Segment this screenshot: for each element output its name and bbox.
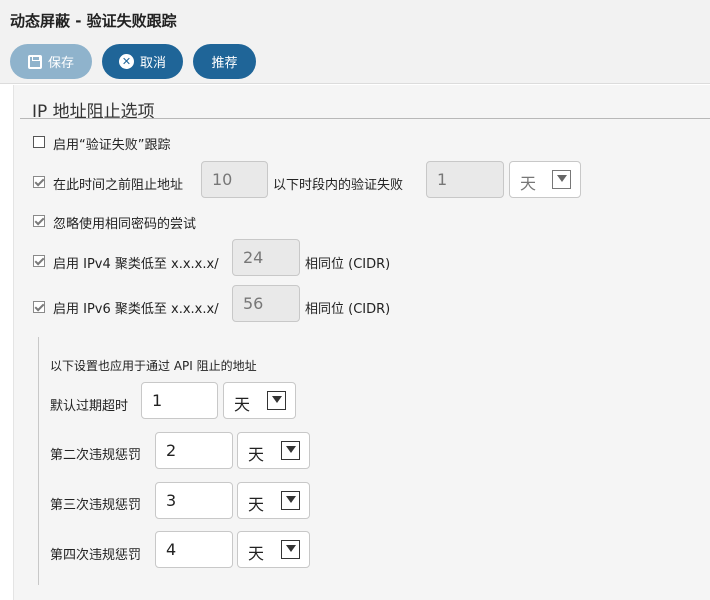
second-penalty-label: 第二次违规惩罚 — [50, 448, 142, 463]
ipv4-cidr-label: 相同位 (CIDR) — [305, 257, 391, 272]
recommend-button[interactable]: 推荐 — [193, 44, 256, 79]
enable-tracking-label: 启用“验证失败”跟踪 — [53, 138, 171, 153]
chevron-down-icon — [267, 391, 286, 410]
fourth-penalty-input[interactable]: 4 — [155, 531, 233, 568]
block-before-label: 在此时间之前阻止地址 — [53, 178, 184, 193]
ipv6-clustering-label: 启用 IPv6 聚类低至 x.x.x.x/ — [53, 302, 219, 317]
toolbar: 保存 ✕ 取消 推荐 — [0, 42, 710, 84]
ipv6-bits-input[interactable]: 56 — [232, 285, 300, 322]
ipv4-clustering-checkbox[interactable] — [33, 255, 45, 267]
recommend-button-label: 推荐 — [211, 56, 238, 71]
default-expire-unit-value: 天 — [234, 395, 251, 414]
second-penalty-input[interactable]: 2 — [155, 432, 233, 469]
floppy-disk-icon — [27, 54, 42, 69]
close-circle-icon: ✕ — [118, 54, 134, 69]
settings-panel — [13, 85, 710, 600]
default-expire-input[interactable]: 1 — [141, 382, 218, 419]
chevron-down-icon — [552, 170, 571, 189]
block-before-checkbox[interactable] — [33, 176, 45, 188]
api-settings-border — [38, 337, 39, 585]
save-button-label: 保存 — [47, 56, 74, 71]
failures-period-label: 以下时段内的验证失败 — [273, 178, 404, 193]
chevron-down-icon — [281, 441, 300, 460]
fourth-penalty-label: 第四次违规惩罚 — [50, 548, 142, 563]
chevron-down-icon — [281, 540, 300, 559]
section-divider — [20, 118, 710, 119]
page-title: 动态屏蔽 - 验证失败跟踪 — [10, 12, 177, 30]
ignore-same-password-checkbox[interactable] — [33, 215, 45, 227]
second-penalty-unit-value: 天 — [248, 445, 265, 464]
period-unit-value: 天 — [520, 174, 537, 193]
ipv6-clustering-checkbox[interactable] — [33, 301, 45, 313]
third-penalty-input[interactable]: 3 — [155, 482, 233, 519]
ipv6-cidr-label: 相同位 (CIDR) — [305, 302, 391, 317]
failure-count-input[interactable]: 1 — [426, 161, 504, 198]
ignore-same-password-label: 忽略使用相同密码的尝试 — [53, 217, 197, 232]
cancel-button-label: 取消 — [139, 56, 166, 71]
chevron-down-icon — [281, 491, 300, 510]
title-bar: 动态屏蔽 - 验证失败跟踪 — [0, 0, 710, 42]
default-expire-unit-select[interactable]: 天 — [223, 382, 296, 419]
second-penalty-unit-select[interactable]: 天 — [237, 432, 310, 469]
save-button[interactable]: 保存 — [10, 44, 92, 79]
ipv4-clustering-label: 启用 IPv4 聚类低至 x.x.x.x/ — [53, 257, 219, 272]
api-settings-caption: 以下设置也应用于通过 API 阻止的地址 — [50, 359, 257, 373]
third-penalty-label: 第三次违规惩罚 — [50, 498, 142, 513]
period-unit-select[interactable]: 天 — [509, 161, 581, 198]
third-penalty-unit-select[interactable]: 天 — [237, 482, 310, 519]
cancel-button[interactable]: ✕ 取消 — [102, 44, 183, 79]
default-expire-label: 默认过期超时 — [50, 399, 129, 414]
fourth-penalty-unit-select[interactable]: 天 — [237, 531, 310, 568]
ipv4-bits-input[interactable]: 24 — [232, 239, 300, 276]
fourth-penalty-unit-value: 天 — [248, 544, 265, 563]
third-penalty-unit-value: 天 — [248, 495, 265, 514]
enable-tracking-checkbox[interactable] — [33, 136, 45, 148]
block-duration-input[interactable]: 10 — [201, 161, 268, 198]
